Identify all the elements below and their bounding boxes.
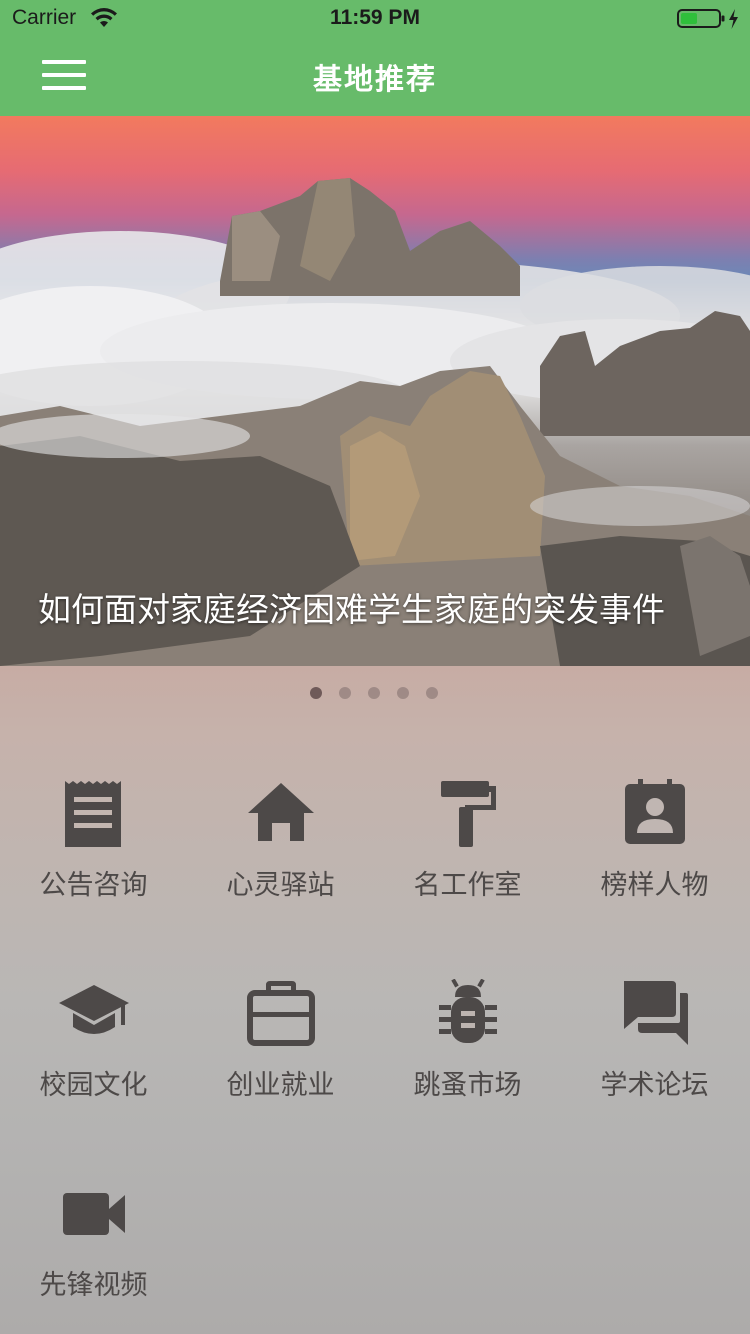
contact-card-icon xyxy=(625,779,685,844)
grid-item-pioneer-video[interactable]: 先锋视频 xyxy=(0,1179,187,1329)
briefcase-icon xyxy=(247,981,315,1046)
banner-caption: 如何面对家庭经济困难学生家庭的突发事件 xyxy=(38,590,665,629)
grid-item-mind-station[interactable]: 心灵驿站 xyxy=(187,779,374,929)
page-dot-4[interactable] xyxy=(397,687,409,699)
nav-bar: 基地推荐 xyxy=(0,40,750,116)
grid-item-label: 名工作室 xyxy=(413,870,522,901)
grid-item-label: 心灵驿站 xyxy=(226,870,335,901)
bug-icon xyxy=(439,979,497,1043)
page-dot-1[interactable] xyxy=(310,687,322,699)
grid-item-role-model[interactable]: 榜样人物 xyxy=(561,779,748,929)
clock: 11:59 PM xyxy=(330,6,420,29)
grid-item-label: 公告咨询 xyxy=(39,870,148,901)
grid-item-label: 榜样人物 xyxy=(600,870,709,901)
grid-item-career[interactable]: 创业就业 xyxy=(187,979,374,1129)
page-dot-5[interactable] xyxy=(426,687,438,699)
status-bar: Carrier 11:59 PM xyxy=(0,0,750,40)
grid-item-flea-market[interactable]: 跳蚤市场 xyxy=(374,979,561,1129)
page-dot-3[interactable] xyxy=(368,687,380,699)
banner-carousel[interactable]: 如何面对家庭经济困难学生家庭的突发事件 xyxy=(0,116,750,666)
battery-icon xyxy=(677,9,738,29)
paint-roller-icon xyxy=(441,781,496,847)
video-camera-icon xyxy=(63,1193,125,1235)
grid-item-label: 跳蚤市场 xyxy=(413,1070,522,1101)
grid-item-label: 先锋视频 xyxy=(39,1270,148,1301)
page-dot-2[interactable] xyxy=(339,687,351,699)
notice-list-icon xyxy=(65,781,121,847)
page-indicator xyxy=(310,687,438,701)
page-title: 基地推荐 xyxy=(312,62,437,96)
forum-icon xyxy=(624,981,688,1045)
grid-item-label: 校园文化 xyxy=(39,1070,148,1101)
grid-item-notice[interactable]: 公告咨询 xyxy=(0,779,187,929)
grid-item-campus-culture[interactable]: 校园文化 xyxy=(0,979,187,1129)
grid-item-academic-forum[interactable]: 学术论坛 xyxy=(561,979,748,1129)
home-icon xyxy=(248,783,314,841)
grid-item-label: 创业就业 xyxy=(226,1070,335,1101)
grid-item-studio[interactable]: 名工作室 xyxy=(374,779,561,929)
graduation-cap-icon xyxy=(59,985,129,1034)
top-bar: Carrier 11:59 PM 基地推荐 xyxy=(0,0,750,116)
grid-item-label: 学术论坛 xyxy=(600,1070,709,1101)
